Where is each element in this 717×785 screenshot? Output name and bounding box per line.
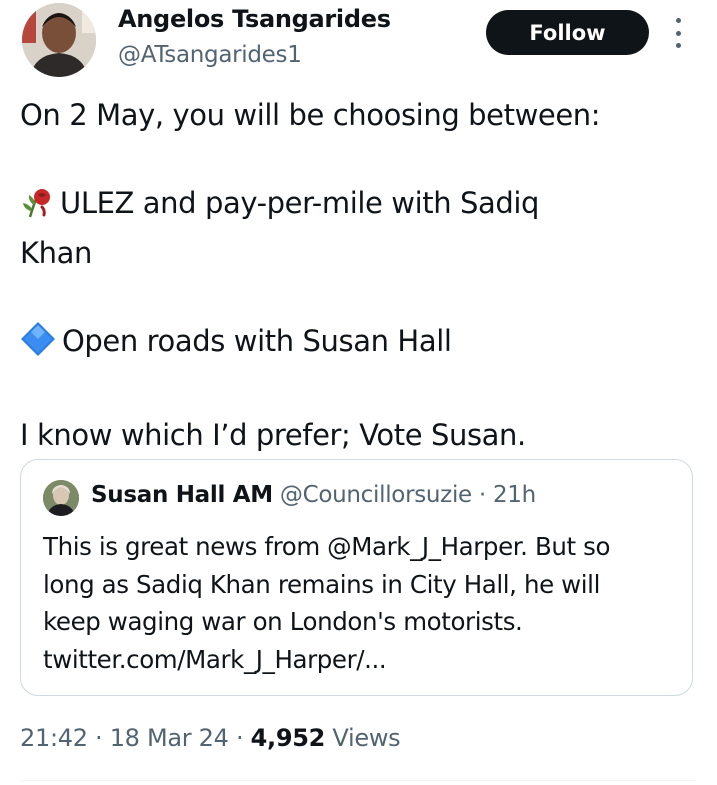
views-count: 4,952 [250,724,326,752]
tweet-option-2-text: Open roads with Susan Hall [62,324,452,358]
quoted-author-name[interactable]: Susan Hall AM [91,482,273,508]
tweet-option-1-text: ULEZ and pay-per-mile with Sadiq [60,186,540,220]
meta-separator: · [235,724,244,752]
tweet-meta: 21:42 · 18 Mar 24 · 4,952 Views [20,724,401,752]
quoted-author-avatar[interactable] [43,480,79,516]
quoted-tweet[interactable]: Susan Hall AM @Councillorsuzie · 21h Thi… [20,459,693,696]
tweet-date[interactable]: 18 Mar 24 [110,724,229,752]
views-label: Views [332,724,401,752]
author-name[interactable]: Angelos Tsangarides [118,5,391,33]
follow-button[interactable]: Follow [486,10,649,55]
more-options-icon[interactable] [670,18,686,48]
author-avatar[interactable] [22,3,96,77]
divider [20,780,695,781]
quoted-tweet-text: This is great news from @Mark_J_Harper. … [43,528,683,678]
quoted-link[interactable]: twitter.com/Mark_J_Harper/... [43,641,683,679]
tweet-line-closing: I know which I’d prefer; Vote Susan. [20,418,526,452]
tweet-header: Angelos Tsangarides @ATsangarides1 Follo… [20,0,700,84]
tweet-text: On 2 May, you will be choosing between: … [20,93,690,457]
tweet-line-intro: On 2 May, you will be choosing between: [20,98,601,132]
quoted-tweet-time[interactable]: · 21h [479,482,536,508]
tweet-option-2: Open roads with Susan Hall [20,319,690,369]
blue-diamond-icon [20,321,56,369]
wilted-rose-icon [20,185,54,231]
quoted-author-handle[interactable]: @Councillorsuzie [280,482,472,508]
quoted-text-line: This is great news from @Mark_J_Harper. … [43,532,611,561]
author-handle[interactable]: @ATsangarides1 [118,42,302,68]
quoted-text-line: keep waging war on London's motorists. [43,607,523,636]
meta-separator: · [95,724,103,752]
tweet-option-1: ULEZ and pay-per-mile with Sadiq [20,181,690,231]
tweet-option-1-cont: Khan [20,236,92,270]
quoted-tweet-header: Susan Hall AM @Councillorsuzie · 21h [91,482,536,508]
quoted-text-line: long as Sadiq Khan remains in City Hall,… [43,569,600,599]
tweet-time[interactable]: 21:42 [20,724,88,752]
